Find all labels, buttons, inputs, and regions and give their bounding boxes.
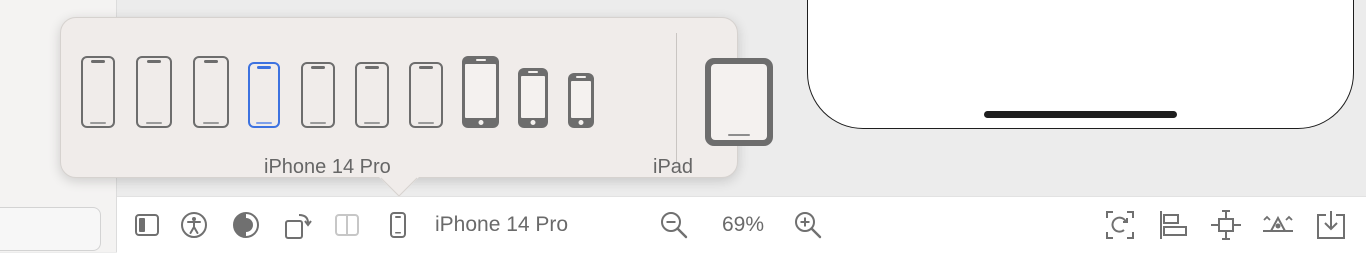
resolve-issues-icon xyxy=(1263,215,1293,232)
device-selector-button[interactable] xyxy=(384,197,412,253)
embed-in-icon xyxy=(1317,211,1345,239)
add-constraints-button[interactable] xyxy=(1208,197,1244,253)
sidebar-toggle-icon xyxy=(135,214,159,236)
device-icon xyxy=(390,212,406,238)
embed-in-button[interactable] xyxy=(1313,197,1349,253)
selected-iphone-label: iPhone 14 Pro xyxy=(264,156,391,178)
ipad-label: iPad xyxy=(653,156,694,178)
appearance-button[interactable] xyxy=(229,197,263,253)
split-view-icon xyxy=(335,214,359,236)
accessibility-icon xyxy=(181,212,207,238)
device-picker-popover: iPhone 14 Pro iPad xyxy=(60,17,773,178)
update-frames-button[interactable] xyxy=(1102,197,1138,253)
device-option-6[interactable] xyxy=(355,62,389,128)
zoom-out-button[interactable] xyxy=(657,197,691,253)
popover-arrow xyxy=(379,170,419,198)
home-indicator xyxy=(984,111,1177,118)
device-preview-frame xyxy=(807,0,1354,129)
device-option-3[interactable] xyxy=(193,56,229,128)
device-option-iphone-14-pro[interactable] xyxy=(248,62,280,128)
popover-divider xyxy=(676,33,677,163)
device-name-label[interactable]: iPhone 14 Pro xyxy=(435,197,585,253)
zoom-in-icon xyxy=(795,212,822,239)
document-outline-toggle[interactable] xyxy=(130,197,164,253)
align-icon xyxy=(1160,211,1187,239)
device-option-2[interactable] xyxy=(136,56,172,128)
resolve-issues-button[interactable] xyxy=(1260,197,1296,253)
align-button[interactable] xyxy=(1155,197,1191,253)
device-options xyxy=(61,18,737,177)
zoom-out-icon xyxy=(661,212,688,239)
appearance-icon xyxy=(233,212,259,238)
device-option-1[interactable] xyxy=(81,56,115,128)
add-constraints-icon xyxy=(1211,210,1241,240)
device-option-10[interactable] xyxy=(568,73,594,128)
update-frames-icon xyxy=(1106,211,1134,239)
device-option-5[interactable] xyxy=(301,62,335,128)
device-option-7[interactable] xyxy=(409,62,443,128)
rotate-icon xyxy=(285,214,312,239)
device-option-9[interactable] xyxy=(518,68,548,128)
filter-field[interactable] xyxy=(0,207,101,251)
accessibility-button[interactable] xyxy=(177,197,211,253)
device-option-ipad[interactable] xyxy=(705,58,773,146)
canvas-bottom-toolbar: iPhone 14 Pro 69% xyxy=(117,196,1366,253)
zoom-in-button[interactable] xyxy=(791,197,825,253)
orientation-button[interactable] xyxy=(281,197,315,253)
split-view-button[interactable] xyxy=(330,197,364,253)
zoom-level-label[interactable]: 69% xyxy=(713,197,773,253)
device-option-8[interactable] xyxy=(462,56,499,128)
